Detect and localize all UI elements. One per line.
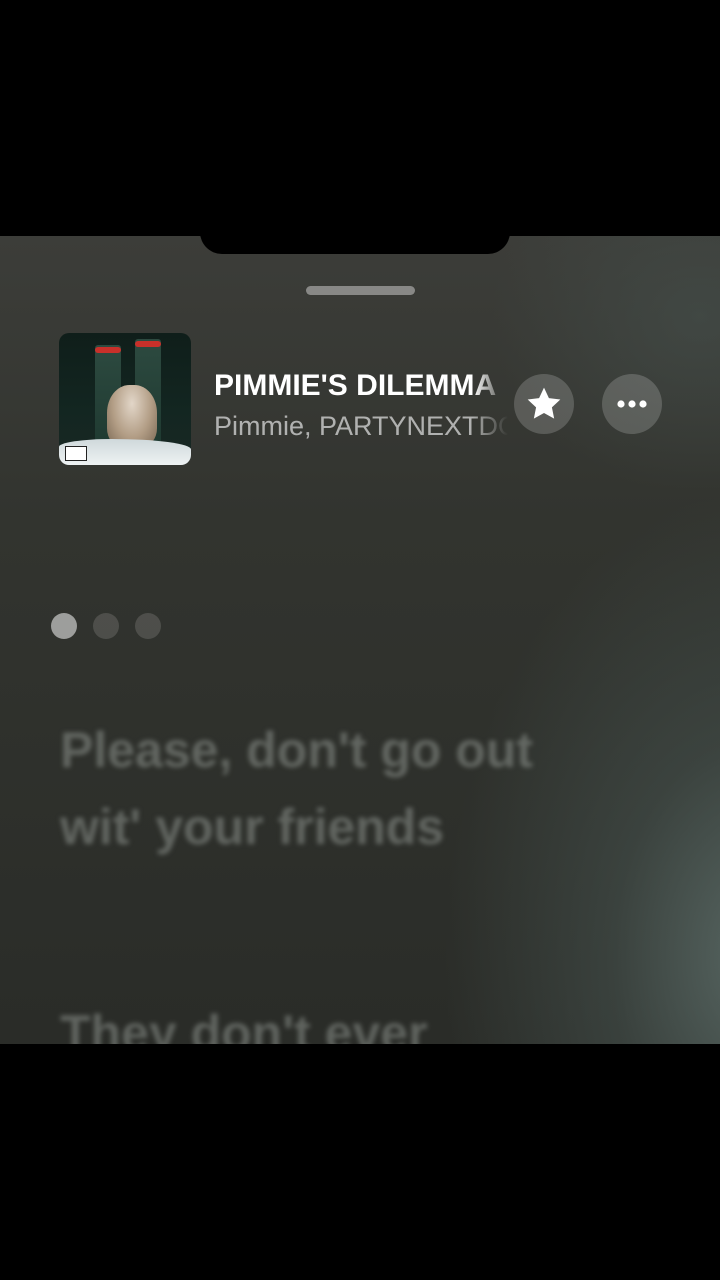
- more-options-button[interactable]: [602, 374, 662, 434]
- lyric-line-next[interactable]: They don't ever: [60, 995, 620, 1044]
- favorite-button[interactable]: [514, 374, 574, 434]
- page-dot[interactable]: [93, 613, 119, 639]
- page-indicator[interactable]: [51, 613, 161, 639]
- device-notch: [200, 230, 510, 254]
- song-artists[interactable]: Pimmie, PARTYNEXTDOOR: [214, 407, 508, 445]
- parental-advisory-icon: [65, 446, 87, 461]
- ellipsis-icon: [617, 400, 647, 408]
- page-dot[interactable]: [135, 613, 161, 639]
- sheet-content: PIMMIE'S DILEMMA Pimmie, PARTYNEXTDOOR: [0, 236, 720, 1044]
- song-title[interactable]: PIMMIE'S DILEMMA: [214, 366, 508, 406]
- album-artwork[interactable]: [59, 333, 191, 465]
- page-dot[interactable]: [51, 613, 77, 639]
- lyric-line-current[interactable]: Please, don't go out wit' your friends: [60, 712, 620, 866]
- device-frame: PIMMIE'S DILEMMA Pimmie, PARTYNEXTDOOR: [0, 0, 720, 1280]
- star-icon: [527, 387, 561, 419]
